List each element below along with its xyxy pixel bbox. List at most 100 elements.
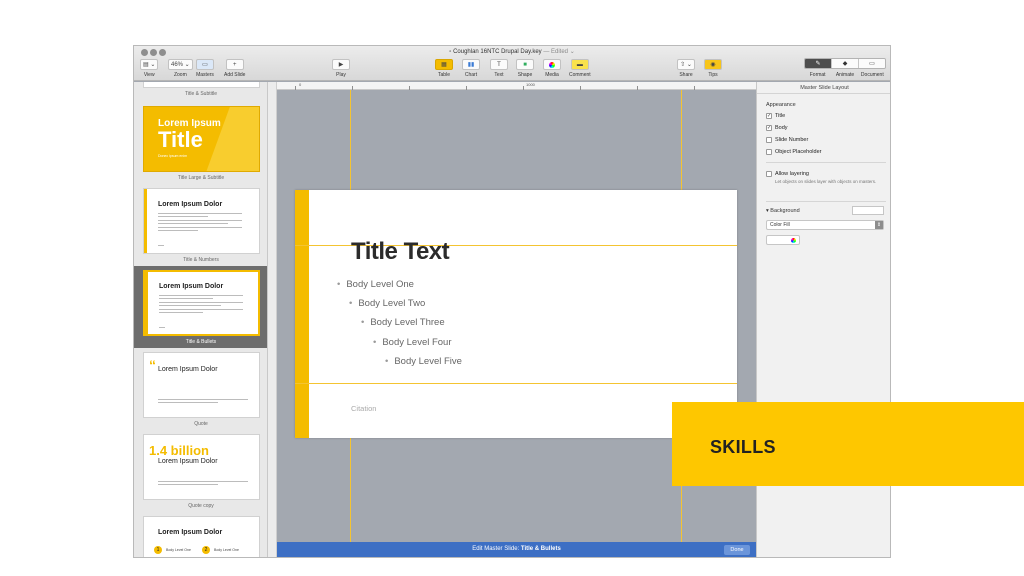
animate-tab[interactable]: ◆	[832, 59, 859, 68]
add-slide-button[interactable]: + Add Slide	[224, 59, 245, 78]
checkbox-label: Object Placeholder	[775, 149, 822, 155]
thumbnail-title: Lorem Ipsum Dolor	[158, 529, 223, 536]
chart-button[interactable]: ▮▮ Chart	[462, 59, 480, 78]
checkbox-box	[766, 171, 772, 177]
slide-number-checkbox[interactable]: Slide Number	[766, 137, 808, 143]
master-thumbnail-title-large[interactable]: Lorem Ipsum Title Donec ipsum enim Title…	[134, 102, 267, 184]
skills-banner: SKILLS	[672, 402, 1024, 486]
edited-status: — Edited ⌄	[543, 49, 575, 55]
background-heading[interactable]: ▾ Background	[766, 208, 800, 214]
comment-icon: ▬	[570, 59, 589, 70]
comment-button[interactable]: ▬ Comment	[569, 59, 591, 78]
inspector-tabs: ✎ ◆ ▭	[804, 58, 886, 69]
thumbnail-caption: Title & Bullets	[185, 339, 217, 345]
master-thumbnail-title-numbers[interactable]: Lorem Ipsum Dolor Title & Numbers	[134, 184, 267, 266]
master-slide[interactable]: Title Text • Body Level One • Body Level T…	[295, 190, 737, 438]
inspector-header: Master Slide Layout	[757, 82, 890, 94]
body-checkbox[interactable]: ✓ Body	[766, 125, 788, 131]
masters-button[interactable]: ▭ Masters	[196, 59, 214, 78]
thumbnail-title: Lorem Ipsum Dolor	[158, 366, 218, 373]
background-color-well[interactable]	[766, 235, 800, 245]
play-button[interactable]: ▶ Play	[332, 59, 350, 78]
paintbrush-icon: ✎	[815, 61, 821, 67]
thumbnail-caption: Quote	[194, 421, 208, 427]
zoom-value: 46% ⌄	[168, 59, 193, 70]
body-level-3[interactable]: • Body Level Three	[361, 317, 445, 328]
title-bar: ▫ Coughlan 16NTC Drupal Day.key — Edited…	[134, 46, 890, 81]
done-button[interactable]: Done	[724, 545, 750, 555]
bullet-text: Body Level Two	[358, 298, 426, 309]
thumbnail-caption: Title & Subtitle	[184, 91, 218, 97]
color-wheel-icon[interactable]	[791, 238, 796, 243]
thumbnail-image: Lorem Ipsum Dolor 1 Body Level One 2 Bod…	[143, 516, 260, 557]
checkmark-icon: ✓	[766, 125, 772, 131]
master-thumbnail-title-subtitle[interactable]: Title & Subtitle	[134, 82, 267, 100]
table-button[interactable]: ▦ Table	[435, 59, 453, 78]
thumbnail-image: 1.4 billion Lorem Ipsum Dolor	[143, 434, 260, 500]
title-placeholder[interactable]: Title Text	[351, 238, 450, 266]
zoom-button[interactable]: 46% ⌄ Zoom	[168, 59, 193, 78]
master-thumbnail-quote-copy[interactable]: 1.4 billion Lorem Ipsum Dolor Quote copy	[134, 430, 267, 512]
text-label: Text	[494, 72, 504, 78]
shape-icon: ■	[516, 59, 534, 70]
shape-button[interactable]: ■ Shape	[516, 59, 534, 78]
tips-label: Tips	[708, 72, 718, 78]
edit-master-bar: Edit Master Slide: Title & Bullets Done	[277, 542, 756, 557]
edit-master-name: Title & Bullets	[520, 546, 561, 552]
thumbnail-image: Lorem Ipsum Dolor	[143, 270, 260, 336]
citation-placeholder[interactable]: Citation	[351, 404, 376, 413]
media-button[interactable]: Media	[543, 59, 561, 78]
number-badge-2: 2	[202, 546, 210, 554]
view-label: View	[143, 72, 155, 78]
edit-master-prefix: Edit Master Slide:	[472, 546, 521, 552]
bullet-text: Body Level Three	[370, 317, 445, 328]
tips-button[interactable]: ◉ Tips	[704, 59, 722, 78]
body-level-2[interactable]: • Body Level Two	[349, 298, 425, 309]
sidebar-icon: ▤ ⌄	[140, 59, 159, 70]
alignment-guide	[295, 383, 737, 384]
thumbnail-item1: Body Level One	[166, 548, 191, 552]
document-tab[interactable]: ▭	[859, 59, 885, 68]
navigator-splitter[interactable]	[268, 82, 277, 557]
object-placeholder-checkbox[interactable]: Object Placeholder	[766, 149, 821, 155]
allow-layering-checkbox[interactable]: Allow layering	[766, 171, 809, 177]
master-thumbnail-title-bullets[interactable]: Lorem Ipsum Dolor Title & Bullets	[134, 266, 267, 348]
ruler-zero: 0	[299, 82, 302, 87]
text-button[interactable]: T Text	[490, 59, 508, 78]
file-name: Coughlan 16NTC Drupal Day.key	[453, 49, 542, 55]
format-tab[interactable]: ✎	[805, 59, 832, 68]
title-checkbox[interactable]: ✓ Title	[766, 113, 785, 119]
appearance-heading: Appearance	[766, 102, 796, 108]
thumbnail-image: Lorem Ipsum Dolor	[143, 188, 260, 254]
horizontal-ruler: 0 1000	[277, 82, 756, 90]
edit-master-label: Edit Master Slide: Title & Bullets	[277, 546, 756, 552]
thumbnail-subtitle: Donec ipsum enim	[158, 154, 187, 158]
master-thumbnail-quote[interactable]: “ Lorem Ipsum Dolor Quote	[134, 348, 267, 430]
body-level-5[interactable]: • Body Level Five	[385, 356, 462, 367]
thumbnail-image: Lorem Ipsum Title Donec ipsum enim	[143, 106, 260, 172]
masters-label: Masters	[196, 72, 214, 78]
thumbnail-caption: Quote copy	[188, 503, 214, 509]
skills-label: SKILLS	[710, 437, 776, 457]
checkbox-label: Title	[775, 113, 786, 119]
plus-icon: +	[225, 59, 244, 70]
body-level-1[interactable]: • Body Level One	[337, 279, 414, 290]
share-button[interactable]: ⇧ ⌄ Share	[677, 59, 695, 78]
media-label: Media	[545, 72, 559, 78]
lightbulb-icon: ◉	[704, 59, 722, 70]
thumbnail-title: Lorem Ipsum Dolor	[158, 458, 218, 465]
view-button[interactable]: ▤ ⌄ View	[140, 59, 159, 78]
thumbnail-caption: Title Large & Subtitle	[177, 175, 225, 181]
master-thumbnail-numbered-items[interactable]: Lorem Ipsum Dolor 1 Body Level One 2 Bod…	[134, 512, 267, 557]
body-level-4[interactable]: • Body Level Four	[373, 337, 452, 348]
masters-icon: ▭	[196, 59, 214, 70]
bullet-text: Body Level Five	[394, 356, 462, 367]
bullet-text: Body Level Four	[382, 337, 452, 348]
format-inspector: Master Slide Layout Appearance ✓ Title ✓ B…	[756, 82, 890, 557]
fill-type-select[interactable]: Color Fill ⇕	[766, 220, 884, 230]
screen: ▫ Coughlan 16NTC Drupal Day.key — Edited…	[0, 0, 1024, 576]
animate-label: Animate	[835, 72, 855, 78]
quote-mark-icon: “	[149, 357, 156, 373]
checkbox-box	[766, 149, 772, 155]
accent-bar	[295, 190, 309, 438]
